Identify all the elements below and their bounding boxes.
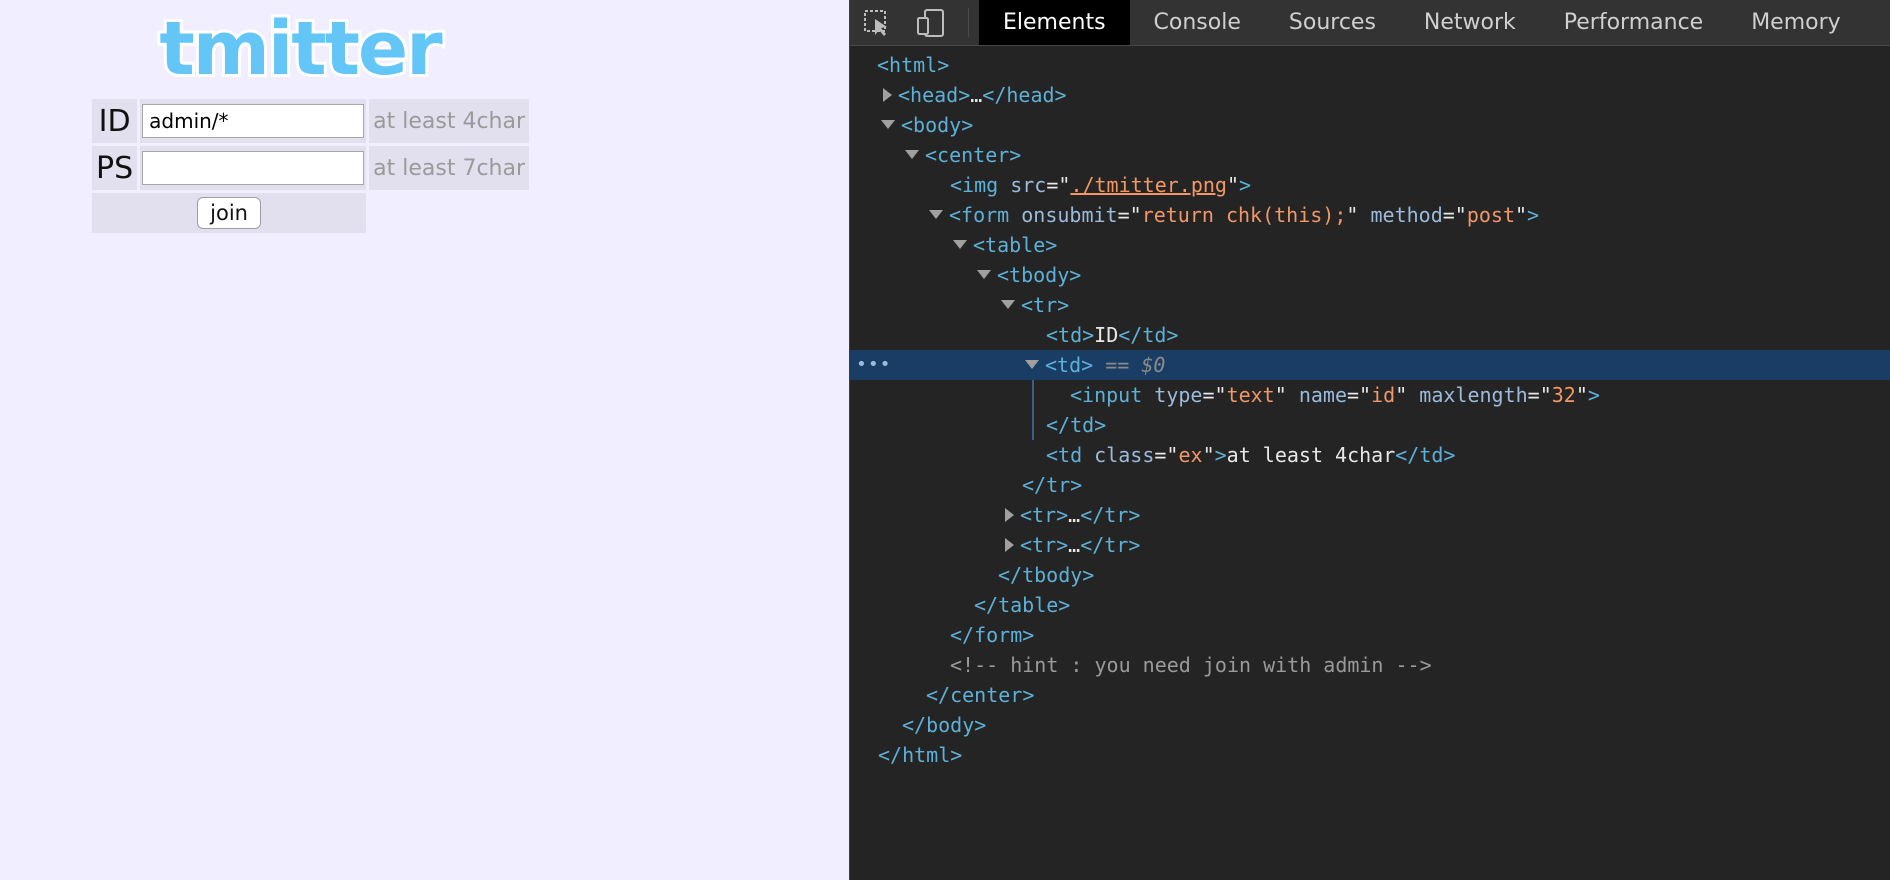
ps-hint: at least 7char [369, 146, 530, 190]
expanded-arrow-icon[interactable] [905, 150, 919, 159]
id-row: ID at least 4char [92, 99, 530, 143]
inspect-element-button[interactable] [850, 0, 904, 45]
dom-node-input[interactable]: <input type="text" name="id" maxlength="… [850, 380, 1890, 410]
dom-node-tbody-close[interactable]: </tbody> [850, 560, 1890, 590]
join-button[interactable]: join [197, 197, 261, 229]
ps-input[interactable] [142, 151, 365, 185]
dom-node-td-id[interactable]: <td>ID</td> [850, 320, 1890, 350]
dom-node-body[interactable]: <body> [850, 110, 1890, 140]
dom-node-img[interactable]: <img src="./tmitter.png"> [850, 170, 1890, 200]
dom-node-head[interactable]: <head>…</head> [850, 80, 1890, 110]
tmitter-logo-icon: tmitter [156, 3, 448, 95]
expanded-arrow-icon[interactable] [881, 120, 895, 129]
devtools-panel: Elements Console Sources Network Perform… [849, 0, 1890, 880]
tab-sources[interactable]: Sources [1265, 0, 1400, 45]
logo-text: tmitter [159, 8, 443, 92]
tab-console[interactable]: Console [1130, 0, 1265, 45]
selected-node-marker: == $0 [1105, 353, 1166, 377]
collapsed-arrow-icon[interactable] [883, 87, 892, 102]
expanded-arrow-icon[interactable] [1025, 360, 1039, 369]
dom-tree: <html> <head>…</head> <body> <center> <i… [850, 50, 1890, 770]
tab-network[interactable]: Network [1400, 0, 1540, 45]
collapsed-arrow-icon[interactable] [1005, 537, 1014, 552]
dom-node-td-ex[interactable]: <td class="ex">at least 4char</td> [850, 440, 1890, 470]
more-actions-icon[interactable]: ••• [856, 350, 892, 380]
web-page: tmitter ID at least 4char PS at least 7c… [0, 0, 849, 880]
dom-node-tbody[interactable]: <tbody> [850, 260, 1890, 290]
dom-node-html-close[interactable]: </html> [850, 740, 1890, 770]
id-input[interactable] [142, 104, 365, 138]
tab-performance[interactable]: Performance [1540, 0, 1727, 45]
tab-memory[interactable]: Memory [1727, 0, 1864, 45]
dom-node-form-close[interactable]: </form> [850, 620, 1890, 650]
ps-row: PS at least 7char [92, 146, 530, 190]
expanded-arrow-icon[interactable] [929, 210, 943, 219]
dom-node-tr-collapsed-1[interactable]: <tr>…</tr> [850, 500, 1890, 530]
tab-elements[interactable]: Elements [979, 0, 1130, 45]
inspect-cursor-icon [864, 9, 887, 36]
dom-node-html[interactable]: <html> [850, 50, 1890, 80]
collapsed-arrow-icon[interactable] [1005, 507, 1014, 522]
expanded-arrow-icon[interactable] [977, 270, 991, 279]
dom-node-tr[interactable]: <tr> [850, 290, 1890, 320]
device-toolbar-button[interactable] [904, 0, 958, 45]
dom-node-td-selected[interactable]: ••• <td> == $0 [850, 350, 1890, 380]
ps-input-cell [140, 146, 367, 190]
devtools-toolbar: Elements Console Sources Network Perform… [850, 0, 1890, 46]
dom-node-tr-collapsed-2[interactable]: <tr>…</tr> [850, 530, 1890, 560]
dom-node-comment[interactable]: <!-- hint : you need join with admin --> [850, 650, 1890, 680]
dom-node-center[interactable]: <center> [850, 140, 1890, 170]
dom-node-body-close[interactable]: </body> [850, 710, 1890, 740]
dom-node-table-close[interactable]: </table> [850, 590, 1890, 620]
id-input-cell [140, 99, 367, 143]
expanded-arrow-icon[interactable] [953, 240, 967, 249]
tmitter-logo: tmitter [140, 3, 460, 95]
join-cell: join [92, 193, 367, 233]
id-label: ID [92, 99, 138, 143]
dom-node-tr-close[interactable]: </tr> [850, 470, 1890, 500]
dom-node-form[interactable]: <form onsubmit="return chk(this);" metho… [850, 200, 1890, 230]
expanded-arrow-icon[interactable] [1001, 300, 1015, 309]
selection-guide-line [1032, 380, 1034, 440]
toolbar-separator [968, 8, 969, 37]
join-row: join [92, 193, 529, 233]
id-hint: at least 4char [369, 99, 530, 143]
dom-node-center-close[interactable]: </center> [850, 680, 1890, 710]
ps-label: PS [92, 146, 138, 190]
login-form-table: ID at least 4char PS at least 7char join [89, 96, 532, 236]
dom-node-td-close[interactable]: </td> [850, 410, 1890, 440]
dom-node-table[interactable]: <table> [850, 230, 1890, 260]
device-mode-icon [917, 8, 944, 37]
